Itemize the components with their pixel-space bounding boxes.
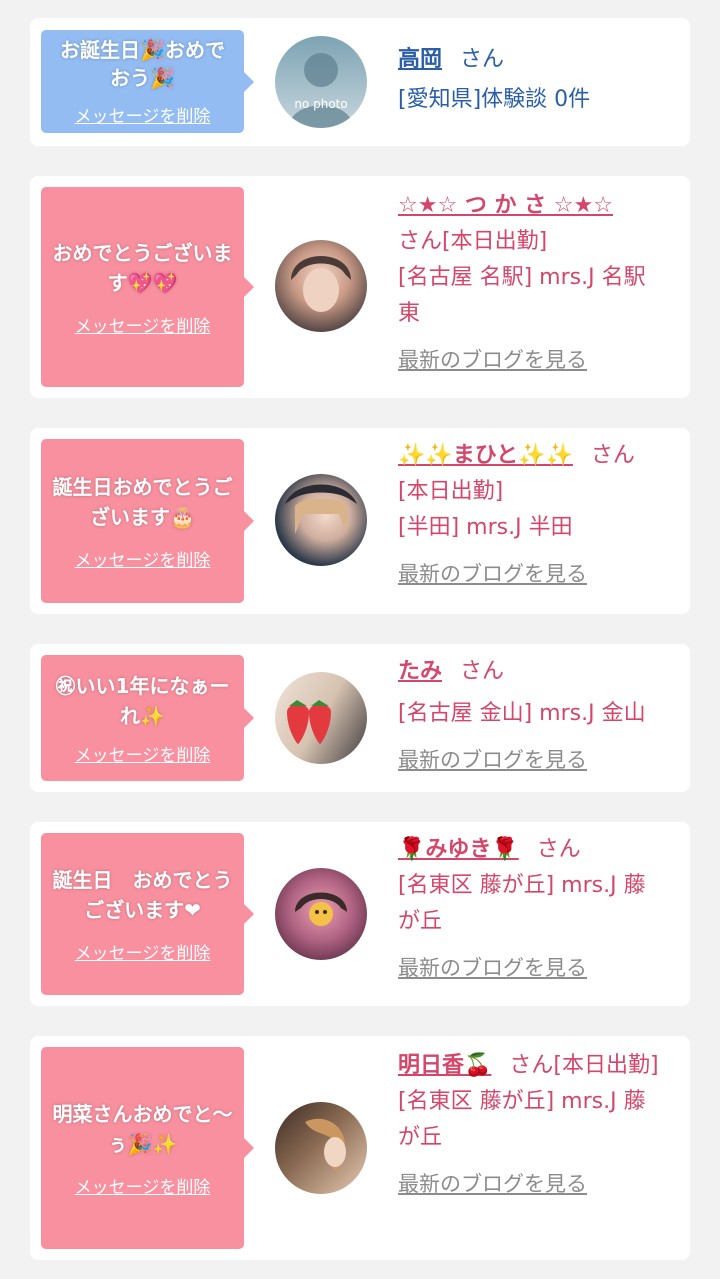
message-text: 誕生日 おめでとうございます❤ [52, 867, 233, 922]
birthday-card: 誕生日おめでとうございます🎂 メッセージを削除 ✨✨まひと✨✨ さん [本日出勤]… [30, 428, 690, 614]
latest-blog-link[interactable]: 最新のブログを見る [398, 742, 587, 778]
profile-photo-icon [285, 484, 357, 534]
latest-blog-link[interactable]: 最新のブログを見る [398, 556, 587, 592]
info-line: [本日出勤] [398, 479, 504, 504]
info-line: [名古屋 名駅] mrs.J 名駅東 [398, 265, 646, 326]
info-line: [名東区 藤が丘] mrs.J 藤が丘 [398, 873, 646, 934]
user-name-link[interactable]: 明日香🍒 [398, 1053, 491, 1078]
profile-photo-icon [291, 256, 351, 312]
info-line: [半田] mrs.J 半田 [398, 515, 573, 540]
delete-message-link[interactable]: メッセージを削除 [75, 312, 211, 337]
birthday-card: ㊗いい1年になぁーれ✨ メッセージを削除 たみ さん [名古屋 金山] mrs.J… [30, 644, 690, 792]
avatar[interactable] [275, 240, 367, 332]
message-text: おめでとうございます💖💖 [52, 240, 233, 295]
message-bubble: 誕生日おめでとうございます🎂 メッセージを削除 [41, 439, 254, 603]
delete-message-link[interactable]: メッセージを削除 [75, 102, 211, 127]
message-text: 明菜さんおめでと〜ぅ🎉✨ [52, 1101, 233, 1156]
avatar[interactable] [275, 868, 367, 960]
no-photo-silhouette-icon: no photo [289, 53, 353, 128]
profile-photo-icon [295, 892, 347, 926]
user-name-link[interactable]: 高岡 [398, 47, 442, 72]
birthday-card: 誕生日 おめでとうございます❤ メッセージを削除 🌹みゆき🌹 さん [名東区 藤が… [30, 822, 690, 1006]
user-name-link[interactable]: ✨✨まひと✨✨ [398, 443, 573, 468]
user-name-link[interactable]: 🌹みゆき🌹 [398, 837, 519, 862]
user-info: 明日香🍒 さん[本日出勤] [名東区 藤が丘] mrs.J 藤が丘 最新のブログを… [398, 1048, 678, 1203]
latest-blog-link[interactable]: 最新のブログを見る [398, 342, 587, 378]
user-info: 高岡 さん [愛知県]体験談 0件 [398, 42, 678, 118]
honorific: さん[本日出勤] [509, 1053, 659, 1078]
avatar[interactable] [275, 474, 367, 566]
delete-message-link[interactable]: メッセージを削除 [75, 939, 211, 964]
user-info: ☆★☆ つ か さ ☆★☆ さん[本日出勤] [名古屋 名駅] mrs.J 名駅… [398, 188, 678, 379]
info-line: [名東区 藤が丘] mrs.J 藤が丘 [398, 1089, 646, 1150]
honorific: さん [536, 837, 581, 862]
message-bubble: お誕生日🎉おめでおう🎉 メッセージを削除 [41, 30, 254, 133]
birthday-card: 明菜さんおめでと〜ぅ🎉✨ メッセージを削除 明日香🍒 さん[本日出勤] [名東区 … [30, 1036, 690, 1260]
message-bubble: 明菜さんおめでと〜ぅ🎉✨ メッセージを削除 [41, 1047, 254, 1249]
honorific: さん[本日出勤] [398, 229, 548, 254]
user-info: ✨✨まひと✨✨ さん [本日出勤] [半田] mrs.J 半田 最新のブログを見る [398, 438, 678, 593]
honorific: さん [460, 47, 505, 72]
info-line: [愛知県]体験談 0件 [398, 87, 591, 112]
message-text: お誕生日🎉おめでおう🎉 [60, 38, 225, 90]
info-line: [名古屋 金山] mrs.J 金山 [398, 701, 646, 726]
avatar[interactable]: no photo [275, 36, 367, 128]
honorific: さん [590, 443, 635, 468]
user-name-link[interactable]: ☆★☆ つ か さ ☆★☆ [398, 188, 613, 224]
message-bubble: おめでとうございます💖💖 メッセージを削除 [41, 187, 254, 387]
honorific: さん [460, 659, 505, 684]
birthday-card: お誕生日🎉おめでおう🎉 メッセージを削除 no photo 高岡 さん [愛知県]… [30, 18, 690, 146]
delete-message-link[interactable]: メッセージを削除 [75, 1173, 211, 1198]
message-bubble: 誕生日 おめでとうございます❤ メッセージを削除 [41, 833, 254, 995]
avatar[interactable] [275, 1102, 367, 1194]
user-info: 🌹みゆき🌹 さん [名東区 藤が丘] mrs.J 藤が丘 最新のブログを見る [398, 832, 678, 987]
svg-text:no photo: no photo [294, 97, 347, 111]
user-info: たみ さん [名古屋 金山] mrs.J 金山 最新のブログを見る [398, 654, 678, 779]
birthday-card: おめでとうございます💖💖 メッセージを削除 ☆★☆ つ か さ ☆★☆ さん[本… [30, 176, 690, 398]
user-name-link[interactable]: たみ [398, 659, 442, 684]
avatar[interactable] [275, 672, 367, 764]
delete-message-link[interactable]: メッセージを削除 [75, 741, 211, 766]
message-text: 誕生日おめでとうございます🎂 [52, 474, 233, 529]
latest-blog-link[interactable]: 最新のブログを見る [398, 950, 587, 986]
message-bubble: ㊗いい1年になぁーれ✨ メッセージを削除 [41, 655, 254, 781]
profile-photo-icon [305, 1118, 346, 1172]
delete-message-link[interactable]: メッセージを削除 [75, 546, 211, 571]
latest-blog-link[interactable]: 最新のブログを見る [398, 1166, 587, 1202]
strawberry-photo-icon [287, 700, 331, 744]
message-text: ㊗いい1年になぁーれ✨ [55, 673, 230, 728]
